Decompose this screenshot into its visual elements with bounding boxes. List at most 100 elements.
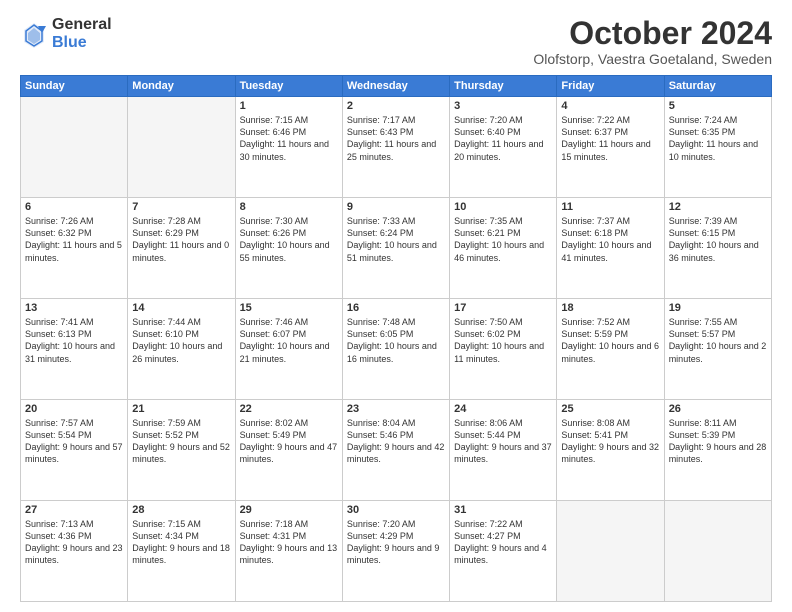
day-number: 10 — [454, 201, 552, 213]
calendar-day-10: 10 Sunrise: 7:35 AMSunset: 6:21 PMDayligh… — [450, 198, 557, 299]
cell-info: Sunrise: 7:59 AMSunset: 5:52 PMDaylight:… — [132, 417, 230, 466]
subtitle: Olofstorp, Vaestra Goetaland, Sweden — [533, 51, 772, 67]
page: General Blue October 2024 Olofstorp, Vae… — [0, 0, 792, 612]
day-number: 16 — [347, 302, 445, 314]
calendar-empty-cell — [557, 501, 664, 602]
day-number: 14 — [132, 302, 230, 314]
logo: General Blue — [20, 16, 112, 51]
day-number: 17 — [454, 302, 552, 314]
calendar-header-monday: Monday — [128, 76, 235, 97]
calendar-day-28: 28Sunrise: 7:15 AMSunset: 4:34 PMDayligh… — [128, 501, 235, 602]
day-number: 21 — [132, 403, 230, 415]
day-number: 6 — [25, 201, 123, 213]
day-number: 23 — [347, 403, 445, 415]
cell-info: Sunrise: 7:22 AMSunset: 4:27 PMDaylight:… — [454, 518, 552, 567]
calendar-header-friday: Friday — [557, 76, 664, 97]
day-number: 8 — [240, 201, 338, 213]
calendar-header-wednesday: Wednesday — [342, 76, 449, 97]
day-number: 5 — [669, 100, 767, 112]
cell-info: Sunrise: 7:52 AMSunset: 5:59 PMDaylight:… — [561, 316, 659, 365]
calendar-week-1: 1 Sunrise: 7:15 AMSunset: 6:46 PMDaylight… — [21, 97, 772, 198]
cell-info: Sunrise: 7:22 AMSunset: 6:37 PMDaylight:… — [561, 114, 659, 163]
calendar-day-16: 16 Sunrise: 7:48 AMSunset: 6:05 PMDayligh… — [342, 299, 449, 400]
cell-info: Sunrise: 7:15 AMSunset: 6:46 PMDaylight:… — [240, 114, 338, 163]
cell-info: Sunrise: 7:20 AMSunset: 4:29 PMDaylight:… — [347, 518, 445, 567]
cell-info: Sunrise: 7:18 AMSunset: 4:31 PMDaylight:… — [240, 518, 338, 567]
calendar-day-6: 6Sunrise: 7:26 AMSunset: 6:32 PMDaylight… — [21, 198, 128, 299]
cell-info: Sunrise: 7:17 AMSunset: 6:43 PMDaylight:… — [347, 114, 445, 163]
calendar-day-20: 20Sunrise: 7:57 AMSunset: 5:54 PMDayligh… — [21, 400, 128, 501]
calendar-day-11: 11 Sunrise: 7:37 AMSunset: 6:18 PMDayligh… — [557, 198, 664, 299]
cell-info: Sunrise: 7:39 AMSunset: 6:15 PMDaylight:… — [669, 215, 767, 264]
calendar-day-3: 3 Sunrise: 7:20 AMSunset: 6:40 PMDaylight… — [450, 97, 557, 198]
calendar-day-13: 13Sunrise: 7:41 AMSunset: 6:13 PMDayligh… — [21, 299, 128, 400]
day-number: 22 — [240, 403, 338, 415]
calendar-day-23: 23 Sunrise: 8:04 AMSunset: 5:46 PMDayligh… — [342, 400, 449, 501]
cell-info: Sunrise: 7:50 AMSunset: 6:02 PMDaylight:… — [454, 316, 552, 365]
calendar-day-31: 31 Sunrise: 7:22 AMSunset: 4:27 PMDayligh… — [450, 501, 557, 602]
cell-info: Sunrise: 8:11 AMSunset: 5:39 PMDaylight:… — [669, 417, 767, 466]
day-number: 3 — [454, 100, 552, 112]
day-number: 11 — [561, 201, 659, 213]
calendar-header-sunday: Sunday — [21, 76, 128, 97]
calendar-day-7: 7 Sunrise: 7:28 AMSunset: 6:29 PMDaylight… — [128, 198, 235, 299]
calendar: SundayMondayTuesdayWednesdayThursdayFrid… — [20, 75, 772, 602]
calendar-day-25: 25Sunrise: 8:08 AMSunset: 5:41 PMDayligh… — [557, 400, 664, 501]
calendar-day-26: 26 Sunrise: 8:11 AMSunset: 5:39 PMDayligh… — [664, 400, 771, 501]
cell-info: Sunrise: 8:06 AMSunset: 5:44 PMDaylight:… — [454, 417, 552, 466]
day-number: 31 — [454, 504, 552, 516]
day-number: 29 — [240, 504, 338, 516]
day-number: 20 — [25, 403, 123, 415]
cell-info: Sunrise: 7:35 AMSunset: 6:21 PMDaylight:… — [454, 215, 552, 264]
calendar-week-5: 27Sunrise: 7:13 AMSunset: 4:36 PMDayligh… — [21, 501, 772, 602]
calendar-day-12: 12 Sunrise: 7:39 AMSunset: 6:15 PMDayligh… — [664, 198, 771, 299]
calendar-day-19: 19 Sunrise: 7:55 AMSunset: 5:57 PMDayligh… — [664, 299, 771, 400]
day-number: 7 — [132, 201, 230, 213]
cell-info: Sunrise: 8:04 AMSunset: 5:46 PMDaylight:… — [347, 417, 445, 466]
calendar-day-29: 29 Sunrise: 7:18 AMSunset: 4:31 PMDayligh… — [235, 501, 342, 602]
cell-info: Sunrise: 7:48 AMSunset: 6:05 PMDaylight:… — [347, 316, 445, 365]
calendar-day-22: 22 Sunrise: 8:02 AMSunset: 5:49 PMDayligh… — [235, 400, 342, 501]
day-number: 30 — [347, 504, 445, 516]
header: General Blue October 2024 Olofstorp, Vae… — [20, 16, 772, 67]
calendar-day-9: 9Sunrise: 7:33 AMSunset: 6:24 PMDaylight… — [342, 198, 449, 299]
cell-info: Sunrise: 7:37 AMSunset: 6:18 PMDaylight:… — [561, 215, 659, 264]
cell-info: Sunrise: 7:13 AMSunset: 4:36 PMDaylight:… — [25, 518, 123, 567]
cell-info: Sunrise: 7:15 AMSunset: 4:34 PMDaylight:… — [132, 518, 230, 567]
cell-info: Sunrise: 7:44 AMSunset: 6:10 PMDaylight:… — [132, 316, 230, 365]
calendar-week-3: 13Sunrise: 7:41 AMSunset: 6:13 PMDayligh… — [21, 299, 772, 400]
cell-info: Sunrise: 8:02 AMSunset: 5:49 PMDaylight:… — [240, 417, 338, 466]
calendar-empty-cell — [21, 97, 128, 198]
calendar-header-row: SundayMondayTuesdayWednesdayThursdayFrid… — [21, 76, 772, 97]
day-number: 12 — [669, 201, 767, 213]
logo-text: General Blue — [52, 16, 112, 51]
day-number: 1 — [240, 100, 338, 112]
calendar-day-5: 5Sunrise: 7:24 AMSunset: 6:35 PMDaylight… — [664, 97, 771, 198]
day-number: 4 — [561, 100, 659, 112]
logo-icon — [20, 20, 48, 48]
title-block: October 2024 Olofstorp, Vaestra Goetalan… — [533, 16, 772, 67]
calendar-day-14: 14 Sunrise: 7:44 AMSunset: 6:10 PMDayligh… — [128, 299, 235, 400]
calendar-day-30: 30 Sunrise: 7:20 AMSunset: 4:29 PMDayligh… — [342, 501, 449, 602]
day-number: 18 — [561, 302, 659, 314]
cell-info: Sunrise: 7:55 AMSunset: 5:57 PMDaylight:… — [669, 316, 767, 365]
day-number: 26 — [669, 403, 767, 415]
cell-info: Sunrise: 7:46 AMSunset: 6:07 PMDaylight:… — [240, 316, 338, 365]
calendar-day-21: 21 Sunrise: 7:59 AMSunset: 5:52 PMDayligh… — [128, 400, 235, 501]
calendar-day-15: 15Sunrise: 7:46 AMSunset: 6:07 PMDayligh… — [235, 299, 342, 400]
calendar-day-8: 8 Sunrise: 7:30 AMSunset: 6:26 PMDaylight… — [235, 198, 342, 299]
day-number: 9 — [347, 201, 445, 213]
day-number: 25 — [561, 403, 659, 415]
month-title: October 2024 — [533, 16, 772, 51]
cell-info: Sunrise: 7:20 AMSunset: 6:40 PMDaylight:… — [454, 114, 552, 163]
calendar-day-24: 24Sunrise: 8:06 AMSunset: 5:44 PMDayligh… — [450, 400, 557, 501]
cell-info: Sunrise: 7:30 AMSunset: 6:26 PMDaylight:… — [240, 215, 338, 264]
calendar-day-17: 17 Sunrise: 7:50 AMSunset: 6:02 PMDayligh… — [450, 299, 557, 400]
calendar-week-4: 20Sunrise: 7:57 AMSunset: 5:54 PMDayligh… — [21, 400, 772, 501]
calendar-header-tuesday: Tuesday — [235, 76, 342, 97]
day-number: 19 — [669, 302, 767, 314]
calendar-day-18: 18 Sunrise: 7:52 AMSunset: 5:59 PMDayligh… — [557, 299, 664, 400]
cell-info: Sunrise: 7:41 AMSunset: 6:13 PMDaylight:… — [25, 316, 123, 365]
cell-info: Sunrise: 7:28 AMSunset: 6:29 PMDaylight:… — [132, 215, 230, 264]
calendar-day-27: 27Sunrise: 7:13 AMSunset: 4:36 PMDayligh… — [21, 501, 128, 602]
